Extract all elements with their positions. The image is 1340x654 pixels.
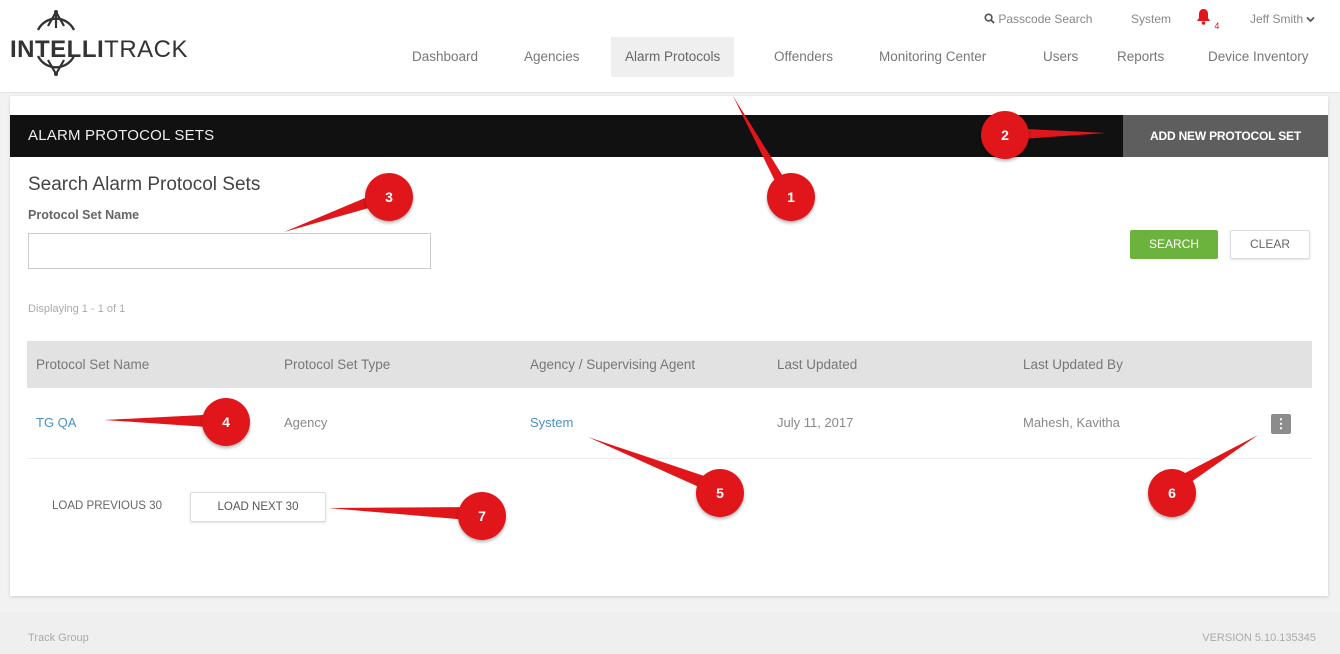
clear-button[interactable]: CLEAR — [1230, 230, 1310, 259]
column-header-last-updated[interactable]: Last Updated — [777, 341, 857, 388]
last-updated-by-cell: Mahesh, Kavitha — [1023, 415, 1120, 430]
search-icon — [984, 13, 995, 24]
bell-icon — [1197, 9, 1210, 25]
column-header-protocol-set-type[interactable]: Protocol Set Type — [284, 341, 390, 388]
callout-marker-4: 4 — [202, 398, 250, 446]
callout-marker-1: 1 — [767, 173, 815, 221]
load-previous-button[interactable]: LOAD PREVIOUS 30 — [36, 492, 178, 520]
column-header-protocol-set-name[interactable]: Protocol Set Name — [36, 341, 149, 388]
search-button[interactable]: SEARCH — [1130, 230, 1218, 259]
callout-marker-6: 6 — [1148, 469, 1196, 517]
last-updated-cell: July 11, 2017 — [777, 415, 854, 430]
user-menu[interactable]: Jeff Smith — [1250, 12, 1316, 26]
nav-dashboard[interactable]: Dashboard — [398, 37, 492, 77]
page-title: ALARM PROTOCOL SETS — [28, 127, 215, 144]
nav-reports[interactable]: Reports — [1103, 37, 1178, 77]
agency-agent-link[interactable]: System — [530, 388, 573, 458]
nav-users[interactable]: Users — [1029, 37, 1092, 77]
callout-marker-5: 5 — [696, 469, 744, 517]
row-actions-menu-icon[interactable]: ⋮ — [1271, 414, 1291, 434]
notifications-button[interactable]: 4 — [1196, 8, 1220, 31]
passcode-search-label: Passcode Search — [998, 12, 1093, 26]
notification-count: 4 — [1214, 21, 1220, 31]
footer: Track Group VERSION 5.10.135345 — [0, 612, 1340, 654]
intellitrack-logo[interactable]: INTELLITRACK — [8, 6, 198, 82]
callout-marker-7: 7 — [458, 492, 506, 540]
nav-offenders[interactable]: Offenders — [760, 37, 847, 77]
passcode-search-link[interactable]: Passcode Search — [984, 12, 1092, 26]
top-navigation-bar: INTELLITRACK Passcode Search System 4 Je… — [0, 0, 1340, 93]
callout-marker-3: 3 — [365, 173, 413, 221]
results-count: Displaying 1 - 1 of 1 — [28, 303, 126, 315]
search-section-title: Search Alarm Protocol Sets — [28, 174, 261, 195]
system-link[interactable]: System — [1131, 12, 1171, 26]
column-header-agency-supervising-agent[interactable]: Agency / Supervising Agent — [530, 341, 695, 388]
load-next-button[interactable]: LOAD NEXT 30 — [190, 492, 326, 522]
table-header: Protocol Set Name Protocol Set Type Agen… — [27, 341, 1312, 388]
footer-version: VERSION 5.10.135345 — [1202, 632, 1316, 644]
nav-alarm-protocols[interactable]: Alarm Protocols — [611, 37, 735, 77]
footer-company: Track Group — [28, 632, 89, 644]
nav-agencies[interactable]: Agencies — [510, 37, 594, 77]
nav-device-inventory[interactable]: Device Inventory — [1194, 37, 1323, 77]
callout-marker-2: 2 — [981, 111, 1029, 159]
panel-header: ALARM PROTOCOL SETS ADD NEW PROTOCOL SET — [10, 115, 1328, 157]
chevron-down-icon — [1306, 16, 1316, 23]
protocol-set-name-link[interactable]: TG QA — [36, 388, 76, 458]
protocol-set-name-input[interactable] — [28, 233, 431, 269]
column-header-last-updated-by[interactable]: Last Updated By — [1023, 341, 1123, 388]
protocol-set-type-cell: Agency — [284, 415, 328, 430]
nav-monitoring-center[interactable]: Monitoring Center — [865, 37, 1000, 77]
logo-text: INTELLITRACK — [10, 36, 188, 63]
protocol-set-name-label: Protocol Set Name — [28, 208, 140, 222]
user-name: Jeff Smith — [1250, 12, 1304, 26]
add-new-protocol-set-button[interactable]: ADD NEW PROTOCOL SET — [1123, 115, 1328, 157]
